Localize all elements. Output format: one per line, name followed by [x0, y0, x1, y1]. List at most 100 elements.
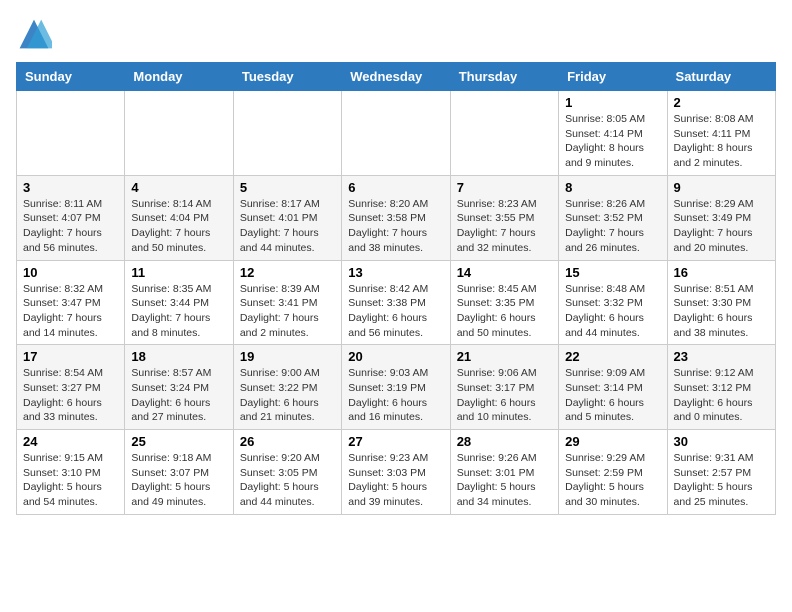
calendar-cell: 16 Sunrise: 8:51 AM Sunset: 3:30 PM Dayli…	[667, 260, 775, 345]
day-of-week-header: Thursday	[450, 63, 558, 91]
calendar-week-row: 17 Sunrise: 8:54 AM Sunset: 3:27 PM Dayli…	[17, 345, 776, 430]
calendar-cell: 5 Sunrise: 8:17 AM Sunset: 4:01 PM Daylig…	[233, 175, 341, 260]
day-number: 25	[131, 434, 226, 449]
calendar-cell: 20 Sunrise: 9:03 AM Sunset: 3:19 PM Dayli…	[342, 345, 450, 430]
day-number: 23	[674, 349, 769, 364]
day-number: 7	[457, 180, 552, 195]
calendar-cell: 23 Sunrise: 9:12 AM Sunset: 3:12 PM Dayli…	[667, 345, 775, 430]
day-number: 2	[674, 95, 769, 110]
calendar-cell: 10 Sunrise: 8:32 AM Sunset: 3:47 PM Dayli…	[17, 260, 125, 345]
day-info: Sunrise: 8:20 AM Sunset: 3:58 PM Dayligh…	[348, 197, 443, 256]
day-number: 21	[457, 349, 552, 364]
calendar-cell: 4Sunrise: 8:14 AM Sunset: 4:04 PM Daylig…	[125, 175, 233, 260]
day-number: 10	[23, 265, 118, 280]
day-of-week-header: Monday	[125, 63, 233, 91]
day-info: Sunrise: 9:20 AM Sunset: 3:05 PM Dayligh…	[240, 451, 335, 510]
day-info: Sunrise: 9:31 AM Sunset: 2:57 PM Dayligh…	[674, 451, 769, 510]
calendar-cell	[125, 91, 233, 176]
calendar-cell: 21 Sunrise: 9:06 AM Sunset: 3:17 PM Dayli…	[450, 345, 558, 430]
calendar-cell: 28Sunrise: 9:26 AM Sunset: 3:01 PM Dayli…	[450, 430, 558, 515]
calendar-cell: 18 Sunrise: 8:57 AM Sunset: 3:24 PM Dayli…	[125, 345, 233, 430]
day-info: Sunrise: 9:12 AM Sunset: 3:12 PM Dayligh…	[674, 366, 769, 425]
calendar-cell: 9 Sunrise: 8:29 AM Sunset: 3:49 PM Daylig…	[667, 175, 775, 260]
calendar-cell	[342, 91, 450, 176]
day-info: Sunrise: 8:57 AM Sunset: 3:24 PM Dayligh…	[131, 366, 226, 425]
day-info: Sunrise: 8:48 AM Sunset: 3:32 PM Dayligh…	[565, 282, 660, 341]
calendar-cell: 6 Sunrise: 8:20 AM Sunset: 3:58 PM Daylig…	[342, 175, 450, 260]
calendar-cell: 17 Sunrise: 8:54 AM Sunset: 3:27 PM Dayli…	[17, 345, 125, 430]
day-info: Sunrise: 8:29 AM Sunset: 3:49 PM Dayligh…	[674, 197, 769, 256]
calendar-cell: 14Sunrise: 8:45 AM Sunset: 3:35 PM Dayli…	[450, 260, 558, 345]
calendar-cell: 13Sunrise: 8:42 AM Sunset: 3:38 PM Dayli…	[342, 260, 450, 345]
day-number: 20	[348, 349, 443, 364]
day-number: 11	[131, 265, 226, 280]
calendar-cell: 11 Sunrise: 8:35 AM Sunset: 3:44 PM Dayli…	[125, 260, 233, 345]
day-number: 19	[240, 349, 335, 364]
day-number: 29	[565, 434, 660, 449]
day-number: 24	[23, 434, 118, 449]
day-info: Sunrise: 8:42 AM Sunset: 3:38 PM Dayligh…	[348, 282, 443, 341]
calendar-cell: 24 Sunrise: 9:15 AM Sunset: 3:10 PM Dayli…	[17, 430, 125, 515]
calendar-cell: 25 Sunrise: 9:18 AM Sunset: 3:07 PM Dayli…	[125, 430, 233, 515]
calendar-week-row: 24 Sunrise: 9:15 AM Sunset: 3:10 PM Dayli…	[17, 430, 776, 515]
day-info: Sunrise: 8:54 AM Sunset: 3:27 PM Dayligh…	[23, 366, 118, 425]
day-info: Sunrise: 8:51 AM Sunset: 3:30 PM Dayligh…	[674, 282, 769, 341]
day-number: 18	[131, 349, 226, 364]
day-number: 28	[457, 434, 552, 449]
calendar-week-row: 3 Sunrise: 8:11 AM Sunset: 4:07 PM Daylig…	[17, 175, 776, 260]
day-number: 8	[565, 180, 660, 195]
day-number: 27	[348, 434, 443, 449]
day-info: Sunrise: 8:11 AM Sunset: 4:07 PM Dayligh…	[23, 197, 118, 256]
day-of-week-header: Saturday	[667, 63, 775, 91]
day-info: Sunrise: 8:35 AM Sunset: 3:44 PM Dayligh…	[131, 282, 226, 341]
header	[16, 16, 776, 52]
calendar-cell: 2 Sunrise: 8:08 AM Sunset: 4:11 PM Daylig…	[667, 91, 775, 176]
day-info: Sunrise: 8:14 AM Sunset: 4:04 PM Dayligh…	[131, 197, 226, 256]
day-number: 30	[674, 434, 769, 449]
day-number: 1	[565, 95, 660, 110]
day-info: Sunrise: 8:26 AM Sunset: 3:52 PM Dayligh…	[565, 197, 660, 256]
calendar-cell: 7 Sunrise: 8:23 AM Sunset: 3:55 PM Daylig…	[450, 175, 558, 260]
calendar-cell: 3 Sunrise: 8:11 AM Sunset: 4:07 PM Daylig…	[17, 175, 125, 260]
calendar-cell: 22 Sunrise: 9:09 AM Sunset: 3:14 PM Dayli…	[559, 345, 667, 430]
day-number: 15	[565, 265, 660, 280]
day-number: 12	[240, 265, 335, 280]
day-info: Sunrise: 8:08 AM Sunset: 4:11 PM Dayligh…	[674, 112, 769, 171]
calendar-week-row: 10 Sunrise: 8:32 AM Sunset: 3:47 PM Dayli…	[17, 260, 776, 345]
calendar-cell: 15 Sunrise: 8:48 AM Sunset: 3:32 PM Dayli…	[559, 260, 667, 345]
day-info: Sunrise: 8:05 AM Sunset: 4:14 PM Dayligh…	[565, 112, 660, 171]
calendar-cell: 8 Sunrise: 8:26 AM Sunset: 3:52 PM Daylig…	[559, 175, 667, 260]
calendar-cell	[17, 91, 125, 176]
day-number: 22	[565, 349, 660, 364]
day-info: Sunrise: 8:17 AM Sunset: 4:01 PM Dayligh…	[240, 197, 335, 256]
calendar-cell	[233, 91, 341, 176]
calendar-cell: 1 Sunrise: 8:05 AM Sunset: 4:14 PM Daylig…	[559, 91, 667, 176]
day-of-week-header: Wednesday	[342, 63, 450, 91]
calendar-cell: 12Sunrise: 8:39 AM Sunset: 3:41 PM Dayli…	[233, 260, 341, 345]
day-of-week-header: Tuesday	[233, 63, 341, 91]
day-info: Sunrise: 8:23 AM Sunset: 3:55 PM Dayligh…	[457, 197, 552, 256]
logo	[16, 16, 58, 52]
day-number: 6	[348, 180, 443, 195]
calendar-cell: 27 Sunrise: 9:23 AM Sunset: 3:03 PM Dayli…	[342, 430, 450, 515]
day-number: 17	[23, 349, 118, 364]
day-info: Sunrise: 8:32 AM Sunset: 3:47 PM Dayligh…	[23, 282, 118, 341]
day-info: Sunrise: 9:00 AM Sunset: 3:22 PM Dayligh…	[240, 366, 335, 425]
day-info: Sunrise: 9:06 AM Sunset: 3:17 PM Dayligh…	[457, 366, 552, 425]
day-of-week-header: Friday	[559, 63, 667, 91]
calendar-week-row: 1 Sunrise: 8:05 AM Sunset: 4:14 PM Daylig…	[17, 91, 776, 176]
calendar-cell	[450, 91, 558, 176]
day-number: 5	[240, 180, 335, 195]
day-info: Sunrise: 9:15 AM Sunset: 3:10 PM Dayligh…	[23, 451, 118, 510]
day-number: 16	[674, 265, 769, 280]
calendar-cell: 19 Sunrise: 9:00 AM Sunset: 3:22 PM Dayli…	[233, 345, 341, 430]
day-info: Sunrise: 9:18 AM Sunset: 3:07 PM Dayligh…	[131, 451, 226, 510]
day-info: Sunrise: 9:09 AM Sunset: 3:14 PM Dayligh…	[565, 366, 660, 425]
day-number: 9	[674, 180, 769, 195]
day-of-week-header: Sunday	[17, 63, 125, 91]
day-number: 26	[240, 434, 335, 449]
day-number: 3	[23, 180, 118, 195]
calendar-table: SundayMondayTuesdayWednesdayThursdayFrid…	[16, 62, 776, 515]
day-info: Sunrise: 9:23 AM Sunset: 3:03 PM Dayligh…	[348, 451, 443, 510]
day-info: Sunrise: 9:03 AM Sunset: 3:19 PM Dayligh…	[348, 366, 443, 425]
